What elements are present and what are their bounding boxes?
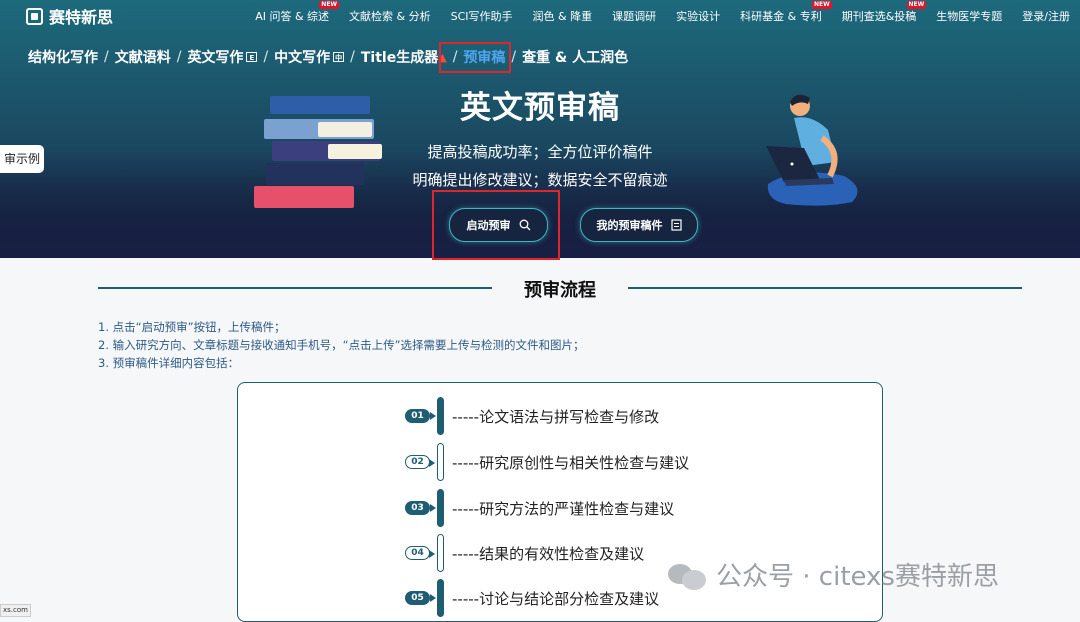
watermark-text: 公众号 · citexs赛特新思 (716, 562, 999, 592)
review-item: 04 -----结果的有效性检查及建议 (405, 534, 645, 572)
crumb-separator: / (104, 49, 109, 65)
step-number-badge: 01 (405, 409, 436, 423)
process-section-header: 预审流程 (98, 276, 1022, 301)
nav-item[interactable]: 课题调研 (602, 8, 666, 24)
new-badge: NEW (906, 1, 927, 9)
new-badge: NEW (811, 1, 832, 9)
status-bar-url: xs.com (0, 604, 31, 617)
step-bar (437, 534, 444, 572)
page-title: 英文预审稿 (460, 90, 620, 126)
step-line: 3. 预审稿件详细内容包括： (98, 356, 240, 370)
review-item: 02 -----研究原创性与相关性检查与建议 (405, 443, 690, 481)
nav-item-label: 科研基金 & 专利 (740, 10, 822, 23)
review-item-text: -----论文语法与拼写检查与修改 (452, 407, 660, 426)
my-reviews-button[interactable]: 我的预审稿件 (580, 208, 698, 242)
review-item: 05 -----讨论与结论部分检查及建议 (405, 579, 660, 617)
nav-menu: AI 问答 & 综述 NEW 文献检索 & 分析 SCI写作助手 润色 & 降重 课题调研… (245, 1, 1080, 24)
step-number-badge: 05 (405, 591, 436, 605)
step-bar (437, 443, 444, 481)
document-icon (670, 219, 682, 231)
nav-item[interactable]: 实验设计 (666, 8, 730, 24)
wechat-watermark: 公众号 · citexs赛特新思 (668, 556, 999, 593)
review-item-text: -----讨论与结论部分检查及建议 (452, 589, 660, 608)
step-line: 1. 点击“启动预审”按钮，上传稿件； (98, 320, 286, 334)
step-bar (437, 489, 444, 527)
nav-item[interactable]: 科研基金 & 专利 NEW (730, 1, 832, 24)
highlight-box-start (432, 190, 560, 260)
review-item-text: -----结果的有效性检查及建议 (452, 544, 645, 563)
nav-item-label: AI 问答 & 综述 (255, 10, 330, 23)
step-number-badge: 02 (405, 455, 435, 469)
crumb-separator: / (350, 49, 355, 65)
review-item-text: -----研究方法的严谨性检查与建议 (452, 499, 675, 518)
english-badge-icon: E (246, 52, 258, 62)
nav-item-label: 文献检索 & 分析 (349, 10, 431, 23)
nav-item[interactable]: 润色 & 降重 (523, 8, 603, 24)
nav-item[interactable]: 文献检索 & 分析 (339, 8, 441, 24)
nav-item[interactable]: 生物医学专题 (926, 8, 1012, 24)
brand-name: 赛特新思 (49, 8, 114, 27)
nav-item-label: 润色 & 降重 (532, 10, 593, 23)
nav-item-label: 生物医学专题 (936, 10, 1003, 23)
step-bar (437, 579, 444, 617)
crumb-separator: / (176, 49, 182, 65)
step-bar (437, 397, 444, 435)
hero-subtitle-1: 提高投稿成功率；全方位评价稿件 (427, 143, 653, 161)
hero-subtitle-2: 明确提出修改建议；数据安全不留痕迹 (412, 171, 668, 189)
my-reviews-label: 我的预审稿件 (596, 219, 663, 232)
process-steps: 1. 点击“启动预审”按钮，上传稿件； 2. 输入研究方向、文章标题与接收通知手… (98, 318, 585, 372)
review-item-text: -----研究原创性与相关性检查与建议 (452, 453, 690, 472)
new-badge: NEW (319, 1, 340, 9)
nav-item[interactable]: SCI写作助手 (441, 8, 523, 24)
process-title: 预审流程 (524, 280, 596, 301)
step-line: 2. 输入研究方向、文章标题与接收通知手机号，“点击上传”选择需要上传与检测的文… (98, 338, 585, 352)
crumb-structured-writing[interactable]: 结构化写作 (28, 47, 98, 67)
brand-logo[interactable]: 赛特新思 (26, 4, 113, 28)
chinese-badge-icon: 中 (333, 52, 345, 62)
step-number-badge: 04 (405, 546, 435, 560)
nav-item-label: 登录/注册 (1022, 10, 1070, 23)
crumb-plagiarism-polish[interactable]: 查重 & 人工润色 (522, 47, 628, 67)
nav-item[interactable]: 期刊查选&投稿 NEW (832, 1, 927, 24)
crumb-corpus[interactable]: 文献语料 (115, 47, 171, 67)
wechat-icon (668, 560, 708, 590)
crumb-separator: / (511, 49, 517, 65)
highlight-box-breadcrumb (439, 42, 511, 73)
crumb-title-generator[interactable]: Title生成器 (361, 47, 438, 67)
nav-item-label: 期刊查选&投稿 (841, 10, 917, 23)
nav-item-label: 实验设计 (676, 10, 721, 23)
logo-icon (26, 7, 43, 25)
nav-item-label: 课题调研 (612, 10, 657, 23)
review-item: 03 -----研究方法的严谨性检查与建议 (405, 489, 675, 527)
crumb-english-writing[interactable]: 英文写作 (187, 47, 243, 67)
crumb-chinese-writing[interactable]: 中文写作 (274, 47, 330, 67)
nav-item-label: SCI写作助手 (450, 10, 513, 23)
review-item: 01 -----论文语法与拼写检查与修改 (405, 397, 660, 435)
breadcrumb: 结构化写作 / 文献语料 / 英文写作 E / 中文写作 中 / Title生成… (28, 47, 628, 67)
nav-item[interactable]: AI 问答 & 综述 NEW (245, 1, 340, 24)
step-number-badge: 03 (405, 501, 436, 515)
crumb-separator: / (263, 49, 269, 65)
top-navigation: 赛特新思 AI 问答 & 综述 NEW 文献检索 & 分析 SCI写作助手 润色 & 降… (0, 0, 1080, 32)
nav-item[interactable]: 登录/注册 (1012, 8, 1080, 24)
